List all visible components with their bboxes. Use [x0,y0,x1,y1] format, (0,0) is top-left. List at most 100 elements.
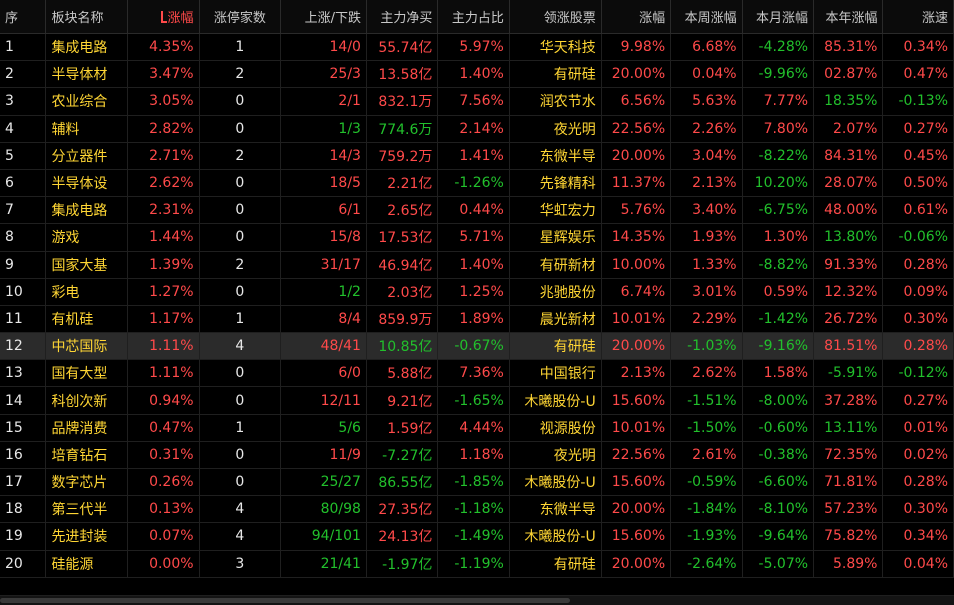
cell-sector-name: 第三代半 [45,495,129,524]
table-row[interactable]: 9 国家大基 1.39% 2 31/17 46.94亿 1.40% 有研新材 10.00% 1.3… [0,251,954,279]
cell-flow-ratio: 1.25% [437,278,510,306]
table-row[interactable]: 4 辅料 2.82% 0 1/3 774.6万 2.14% 夜光明 22.56% 2.26% 7.8… [0,115,954,143]
table-row[interactable]: 11 有机硅 1.17% 1 8/4 859.9万 1.89% 晨光新材 10.01% 2.29%… [0,305,954,334]
cell-lead-pct: 11.37% [601,169,672,198]
cell-sector-name: 辅料 [45,115,129,143]
cell-idx: 9 [0,251,47,279]
table-row[interactable]: 14 科创次新 0.94% 0 12/11 9.21亿 -1.65% 木曦股份-U 15.60%… [0,386,954,415]
cell-week-pct: 2.29% [670,305,743,334]
col-header-month-pct[interactable]: 本月涨幅 [742,0,815,34]
cell-month-pct: 1.58% [742,359,815,388]
cell-flow-ratio: -0.67% [437,332,510,361]
table-row[interactable]: 18 第三代半 0.13% 4 80/98 27.35亿 -1.18% 东微半导 20.00% -… [0,495,954,524]
cell-lead-pct: 2.13% [601,359,672,388]
cell-limit-up: 2 [199,60,282,89]
scrollbar-thumb[interactable] [0,598,570,603]
cell-lead-stock: 有研硅 [509,60,602,89]
cell-pct: 0.26% [127,468,200,497]
table-row[interactable]: 2 半导体材 3.47% 2 25/3 13.58亿 1.40% 有研硅 20.00% 0.04%… [0,60,954,89]
cell-net-flow: 10.85亿 [366,332,439,361]
cell-idx: 4 [0,115,47,143]
table-row[interactable]: 12 中芯国际 1.11% 4 48/41 10.85亿 -0.67% 有研硅 20.00% -1… [0,332,954,361]
col-header-name[interactable]: 板块名称 [45,0,129,34]
cell-limit-up: 0 [199,196,282,225]
cell-speed: 0.28% [882,332,954,361]
col-header-net-flow[interactable]: 主力净买 [366,0,439,34]
cell-lead-stock: 木曦股份-U [509,522,602,551]
table-row[interactable]: 6 半导体设 2.62% 0 18/5 2.21亿 -1.26% 先锋精科 11.37% 2.13… [0,169,954,198]
cell-speed: 0.45% [882,142,954,170]
cell-up-down: 18/5 [280,169,367,198]
cell-speed: 0.61% [882,196,954,225]
cell-month-pct: 10.20% [742,169,815,198]
cell-net-flow: 24.13亿 [366,522,439,551]
table-row[interactable]: 3 农业综合 3.05% 0 2/1 832.1万 7.56% 润农节水 6.56% 5.63% 7… [0,87,954,116]
cell-week-pct: 2.13% [670,169,743,198]
cell-limit-up: 4 [199,332,282,361]
cell-year-pct: 75.82% [813,522,884,551]
cell-up-down: 1/3 [280,115,367,143]
cell-up-down: 14/0 [280,33,367,62]
cell-year-pct: 85.31% [813,33,884,62]
col-header-year-pct[interactable]: 本年涨幅 [813,0,884,34]
cell-pct: 0.13% [127,495,200,524]
table-row[interactable]: 17 数字芯片 0.26% 0 25/27 86.55亿 -1.85% 木曦股份-U 15.60… [0,468,954,497]
horizontal-scrollbar[interactable] [0,595,954,605]
col-header-speed[interactable]: 涨速 [882,0,954,34]
cell-lead-stock: 华天科技 [509,33,602,62]
col-header-flow-ratio[interactable]: 主力占比 [437,0,510,34]
cell-flow-ratio: 7.56% [437,87,510,116]
cell-up-down: 2/1 [280,87,367,116]
cell-month-pct: -8.10% [742,495,815,524]
table-row[interactable]: 10 彩电 1.27% 0 1/2 2.03亿 1.25% 兆驰股份 6.74% 3.01% 0.5… [0,278,954,306]
cell-net-flow: 859.9万 [366,305,439,334]
table-row[interactable]: 1 集成电路 4.35% 1 14/0 55.74亿 5.97% 华天科技 9.98% 6.68%… [0,33,954,62]
col-header-up-down[interactable]: 上涨/下跌 [280,0,367,34]
cell-lead-pct: 20.00% [601,60,672,89]
cell-flow-ratio: 5.71% [437,223,510,252]
table-row[interactable]: 15 品牌消费 0.47% 1 5/6 1.59亿 4.44% 视源股份 10.01% -1.50… [0,414,954,442]
cell-year-pct: 57.23% [813,495,884,524]
cell-month-pct: -8.82% [742,251,815,279]
table-row[interactable]: 13 国有大型 1.11% 0 6/0 5.88亿 7.36% 中国银行 2.13% 2.62% 1… [0,359,954,388]
col-header-lead-stock[interactable]: 领涨股票 [509,0,602,34]
col-header-limit-up[interactable]: 涨停家数 [199,0,282,34]
cell-month-pct: -8.22% [742,142,815,170]
cell-pct: 2.82% [127,115,200,143]
cell-month-pct: -5.07% [742,550,815,578]
cell-flow-ratio: 2.14% [437,115,510,143]
cell-week-pct: 2.61% [670,441,743,470]
cell-flow-ratio: -1.18% [437,495,510,524]
cell-lead-stock: 兆驰股份 [509,278,602,306]
table-row[interactable]: 20 硅能源 0.00% 3 21/41 -1.97亿 -1.19% 有研硅 20.00% -2.… [0,550,954,578]
cell-month-pct: -9.96% [742,60,815,89]
col-header-week-pct[interactable]: 本周涨幅 [670,0,743,34]
cell-limit-up: 0 [199,115,282,143]
cell-net-flow: 13.58亿 [366,60,439,89]
cell-sector-name: 品牌消费 [45,414,129,442]
cell-week-pct: 2.26% [670,115,743,143]
cell-year-pct: 72.35% [813,441,884,470]
col-header-lead-pct[interactable]: 涨幅 [601,0,672,34]
cell-idx: 13 [0,359,47,388]
cell-limit-up: 0 [199,87,282,116]
table-row[interactable]: 8 游戏 1.44% 0 15/8 17.53亿 5.71% 星辉娱乐 14.35% 1.93% 1… [0,223,954,252]
cell-up-down: 15/8 [280,223,367,252]
cell-sector-name: 彩电 [45,278,129,306]
table-row[interactable]: 7 集成电路 2.31% 0 6/1 2.65亿 0.44% 华虹宏力 5.76% 3.40% -6… [0,196,954,225]
cell-net-flow: 55.74亿 [366,33,439,62]
table-row[interactable]: 16 培育钻石 0.31% 0 11/9 -7.27亿 1.18% 夜光明 22.56% 2.61… [0,441,954,470]
cell-limit-up: 2 [199,142,282,170]
cell-speed: 0.04% [882,550,954,578]
cell-net-flow: 9.21亿 [366,386,439,415]
cell-lead-pct: 6.56% [601,87,672,116]
cell-year-pct: 84.31% [813,142,884,170]
col-header-idx[interactable]: 序 [0,0,47,34]
cell-net-flow: 27.35亿 [366,495,439,524]
cell-week-pct: 3.01% [670,278,743,306]
table-row[interactable]: 5 分立器件 2.71% 2 14/3 759.2万 1.41% 东微半导 20.00% 3.04… [0,142,954,170]
col-header-pct[interactable]: 涨幅 [127,0,200,34]
cell-net-flow: 17.53亿 [366,223,439,252]
table-row[interactable]: 19 先进封装 0.07% 4 94/101 24.13亿 -1.49% 木曦股份-U 15.6… [0,522,954,551]
cell-week-pct: 0.04% [670,60,743,89]
